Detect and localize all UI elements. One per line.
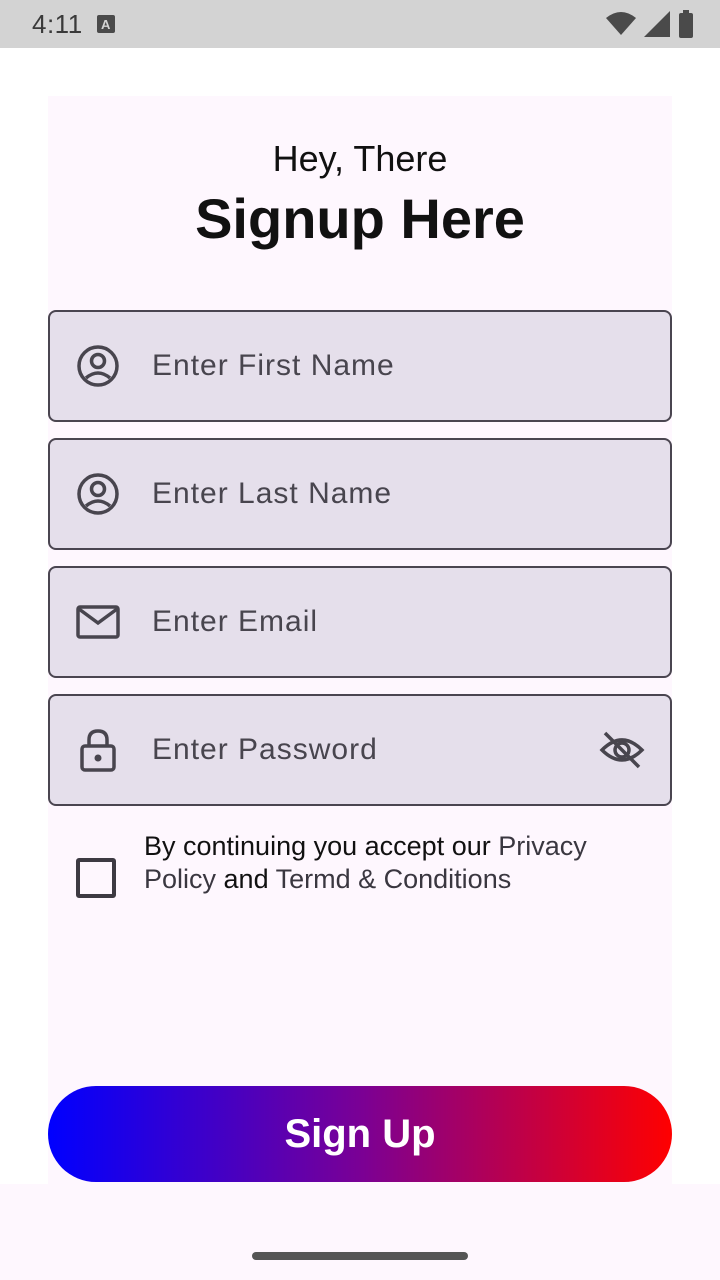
left-margin: [0, 96, 48, 1184]
email-field[interactable]: [48, 566, 672, 678]
terms-consent: By continuing you accept our Privacy Pol…: [76, 830, 656, 902]
last-name-input[interactable]: [152, 477, 670, 511]
right-margin: [672, 96, 720, 1184]
page-title: Signup Here: [195, 187, 525, 250]
mail-icon: [76, 600, 120, 644]
password-field[interactable]: [48, 694, 672, 806]
consent-middle: and: [216, 864, 276, 894]
consent-prefix: By continuing you accept our: [144, 831, 499, 861]
first-name-field[interactable]: [48, 310, 672, 422]
email-input[interactable]: [152, 605, 670, 639]
consent-text: By continuing you accept our Privacy Pol…: [144, 830, 664, 896]
signal-icon: [644, 11, 670, 37]
account-circle-icon: [76, 472, 120, 516]
status-bar: 4:11 A: [0, 0, 720, 48]
top-spacer: [0, 48, 720, 96]
wifi-icon: [606, 12, 636, 35]
status-time: 4:11: [32, 8, 83, 39]
password-input[interactable]: [152, 733, 598, 767]
status-left: 4:11 A: [32, 9, 115, 40]
terms-checkbox[interactable]: [76, 858, 116, 898]
battery-icon: [679, 10, 693, 38]
terms-link[interactable]: Termd & Conditions: [276, 864, 512, 894]
first-name-input[interactable]: [152, 349, 670, 383]
bottom-area: [0, 1184, 720, 1280]
signup-button[interactable]: Sign Up: [48, 1086, 672, 1182]
account-circle-icon: [76, 344, 120, 388]
home-indicator[interactable]: [252, 1252, 468, 1260]
last-name-field[interactable]: [48, 438, 672, 550]
eye-off-icon[interactable]: [598, 726, 646, 774]
lock-icon: [76, 728, 120, 772]
status-right: [606, 10, 694, 38]
notification-icon: A: [96, 15, 115, 33]
greeting-text: Hey, There: [272, 138, 448, 179]
